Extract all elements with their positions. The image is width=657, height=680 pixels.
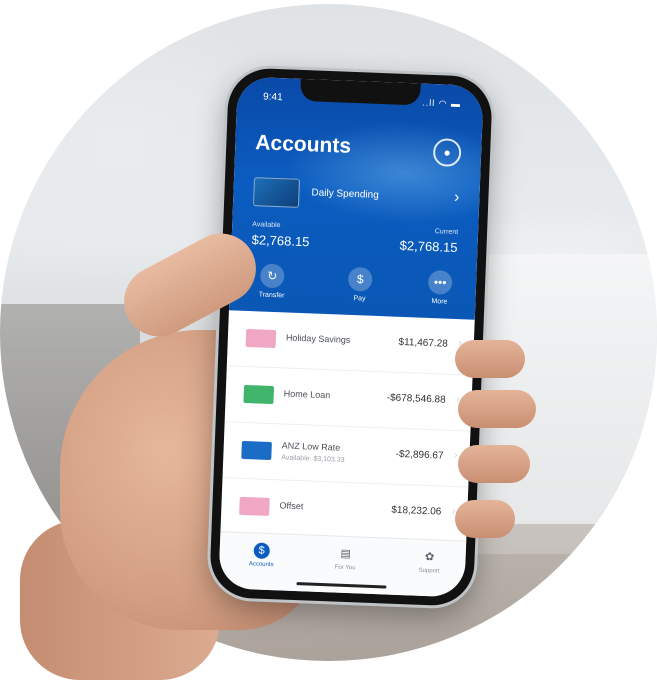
account-name: Offset	[279, 500, 304, 512]
account-available: Available: $3,103.33	[281, 454, 345, 464]
tab-for-you-label: For You	[334, 564, 356, 572]
pay-button[interactable]: $ Pay	[339, 266, 380, 304]
document-icon: ▤	[340, 547, 352, 561]
accounts-header: 9:41 ..ll ◠ ▬ Accounts ● Daily Spending …	[228, 76, 484, 320]
primary-account-name[interactable]: Daily Spending	[311, 187, 379, 201]
account-amount: $11,467.28	[398, 336, 449, 350]
chevron-right-icon[interactable]: ›	[454, 189, 460, 207]
account-amount: $18,232.06	[391, 504, 442, 518]
account-row-holiday-savings[interactable]: Holiday Savings $11,467.28 ›	[226, 310, 475, 376]
profile-icon[interactable]: ●	[432, 138, 462, 168]
chevron-right-icon: ›	[453, 450, 458, 462]
account-card-thumb	[243, 384, 275, 405]
status-time: 9:41	[262, 91, 283, 104]
hand-finger	[455, 500, 515, 538]
phone-screen: 9:41 ..ll ◠ ▬ Accounts ● Daily Spending …	[218, 76, 484, 598]
pay-label: Pay	[353, 295, 366, 303]
tab-accounts-label: Accounts	[248, 561, 274, 569]
status-icons: ..ll ◠ ▬	[422, 97, 462, 110]
account-amount: -$2,896.67	[395, 448, 444, 462]
tab-support-label: Support	[418, 567, 440, 575]
accounts-list: Holiday Savings $11,467.28 › Home Loan -…	[220, 310, 475, 544]
accounts-icon: $	[253, 542, 271, 560]
more-label: More	[431, 298, 448, 306]
account-name: Home Loan	[283, 388, 331, 401]
account-row-home-loan[interactable]: Home Loan -$678,546.88 ›	[224, 366, 473, 432]
account-name: ANZ Low Rate	[281, 440, 341, 453]
current-balance: $2,768.15	[399, 237, 458, 256]
dollar-icon: $	[347, 266, 373, 292]
support-icon: ✿	[424, 551, 435, 564]
account-card-thumb	[239, 496, 270, 516]
account-row-anz-low-rate[interactable]: ANZ Low Rate Available: $3,103.33 -$2,89…	[222, 422, 471, 488]
tab-for-you[interactable]: ▤ For You	[315, 545, 376, 572]
tab-support[interactable]: ✿ Support	[399, 548, 460, 575]
transfer-icon: ↻	[259, 263, 285, 289]
account-card-thumb	[245, 328, 277, 349]
available-label: Available	[252, 221, 281, 230]
account-name: Holiday Savings	[285, 332, 351, 345]
hand-finger	[458, 390, 536, 428]
hand-finger	[455, 340, 525, 378]
hand-finger	[458, 445, 530, 483]
more-button[interactable]: ••• More	[419, 269, 460, 307]
transfer-button[interactable]: ↻ Transfer	[251, 263, 292, 300]
home-indicator[interactable]	[296, 582, 387, 589]
phone: 9:41 ..ll ◠ ▬ Accounts ● Daily Spending …	[208, 67, 494, 607]
available-balance: $2,768.15	[251, 232, 310, 250]
tab-bar: $ Accounts ▤ For You ✿ Support	[218, 531, 467, 598]
card-thumbnail	[252, 177, 301, 208]
account-amount: -$678,546.88	[386, 392, 446, 406]
page-title: Accounts	[254, 131, 352, 158]
current-label: Current	[434, 228, 459, 237]
phone-notch	[300, 78, 421, 106]
tab-accounts[interactable]: $ Accounts	[231, 542, 292, 569]
more-icon: •••	[427, 269, 453, 295]
account-card-thumb	[241, 440, 272, 461]
transfer-label: Transfer	[258, 291, 285, 300]
